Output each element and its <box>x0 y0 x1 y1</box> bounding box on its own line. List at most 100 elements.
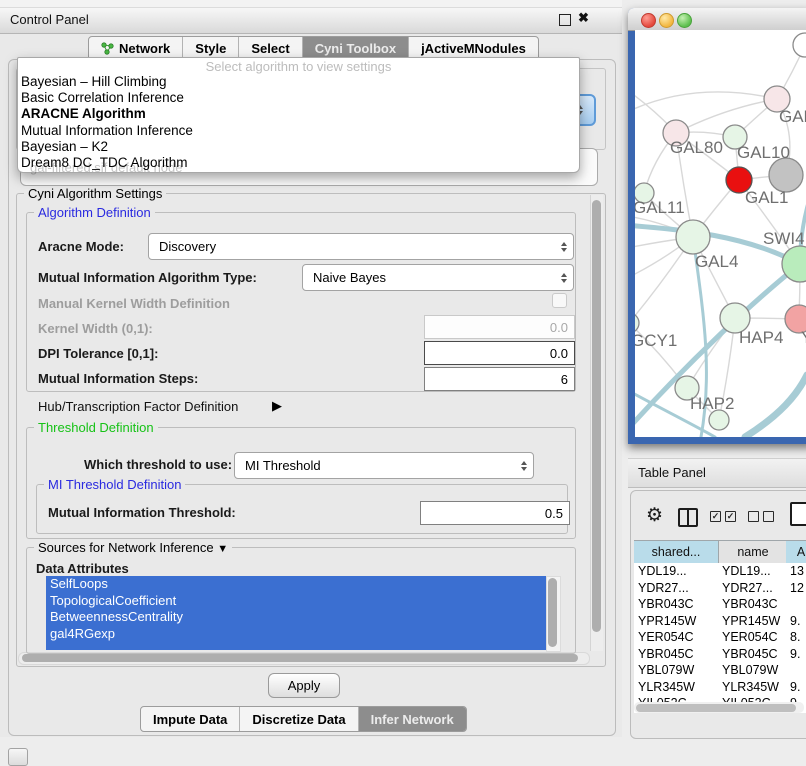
network-view-window[interactable]: GAL80 GAL10 GAL1 GAL11 GAL4 SWI4 GCY1 HA… <box>628 8 806 444</box>
float-window-icon[interactable] <box>559 14 571 26</box>
mi-algorithm-type-label: Mutual Information Algorithm Type: <box>38 270 257 285</box>
table-hscroll-thumb[interactable] <box>636 704 796 712</box>
aracne-mode-label: Aracne Mode: <box>38 239 124 254</box>
attribute-item[interactable]: TopologicalCoefficient <box>46 593 546 610</box>
cell-value: 9. <box>786 679 800 696</box>
cell-shared: YER054C <box>634 629 718 646</box>
attribute-item[interactable]: SelfLoops <box>46 576 546 593</box>
algorithm-option[interactable]: Bayesian – Hill Climbing <box>18 74 579 90</box>
close-icon[interactable]: ✖ <box>578 10 589 26</box>
table-row[interactable]: YBL079W YBL079W <box>634 662 806 679</box>
network-select-value: gal-filtered.sif default node <box>30 160 182 175</box>
table-row[interactable]: YBR043C YBR043C <box>634 596 806 613</box>
spinner-icon <box>515 460 533 472</box>
unchecked-box-icon <box>748 511 759 522</box>
cell-value: 9. <box>786 613 800 630</box>
node-gcy1[interactable] <box>635 313 639 333</box>
data-attributes-list[interactable]: SelfLoops TopologicalCoefficient Between… <box>46 576 546 650</box>
minimize-traffic-light-icon[interactable] <box>659 13 674 28</box>
table-row[interactable]: YDL19... YDL19... 13 <box>634 563 806 580</box>
which-threshold-select[interactable]: MI Threshold <box>234 452 534 479</box>
attribute-item[interactable]: BetweennessCentrality <box>46 609 546 626</box>
bottom-left-button[interactable] <box>8 748 28 766</box>
tab-jactivemnodules-label: jActiveMNodules <box>421 41 526 56</box>
cyni-algorithm-settings-title: Cyni Algorithm Settings <box>24 186 166 201</box>
select-all-columns-icon[interactable]: ✓ ✓ <box>710 511 736 522</box>
document-icon[interactable] <box>790 502 806 526</box>
algorithm-option-aracne[interactable]: ARACNE Algorithm <box>18 106 579 122</box>
attributes-scroll-thumb[interactable] <box>548 578 557 647</box>
tab-discretize-data-label: Discretize Data <box>252 712 345 727</box>
table-horizontal-scrollbar[interactable] <box>634 702 804 713</box>
column-header-name[interactable]: name <box>718 540 788 564</box>
attribute-item[interactable]: gal4RGexp <box>46 626 546 643</box>
aracne-mode-value: Discovery <box>149 239 555 254</box>
node-partial[interactable] <box>793 33 806 57</box>
hub-expand-icon[interactable]: ▶ <box>272 398 282 414</box>
zoom-traffic-light-icon[interactable] <box>677 13 692 28</box>
cell-shared: YBR045C <box>634 646 718 663</box>
aracne-mode-select[interactable]: Discovery <box>148 233 574 260</box>
which-threshold-label: Which threshold to use: <box>84 457 232 472</box>
cell-shared: YDL19... <box>634 563 718 580</box>
network-canvas[interactable]: GAL80 GAL10 GAL1 GAL11 GAL4 SWI4 GCY1 HA… <box>635 30 806 437</box>
close-traffic-light-icon[interactable] <box>641 13 656 28</box>
cell-value <box>786 662 790 679</box>
checked-box-icon: ✓ <box>710 511 721 522</box>
tab-impute-data-label: Impute Data <box>153 712 227 727</box>
manual-kernel-width-label: Manual Kernel Width Definition <box>38 296 230 311</box>
table-row[interactable]: YPR145W YPR145W 9. <box>634 613 806 630</box>
control-panel-titlebar <box>0 8 622 34</box>
threshold-definition-title: Threshold Definition <box>34 420 158 435</box>
network-icon <box>101 42 114 55</box>
algorithm-option[interactable]: Basic Correlation Inference <box>18 90 579 106</box>
mi-threshold-field[interactable]: 0.5 <box>420 501 570 525</box>
column-header-clipped[interactable]: A <box>786 540 806 564</box>
table-row[interactable]: YBR045C YBR045C 9. <box>634 646 806 663</box>
spinner-icon <box>555 241 573 253</box>
kernel-width-value: 0.0 <box>550 320 568 335</box>
tab-impute-data[interactable]: Impute Data <box>141 707 240 731</box>
cell-shared: YBR043C <box>634 596 718 613</box>
node-gal4[interactable] <box>676 220 710 254</box>
cell-value <box>786 596 790 613</box>
sources-collapse-icon[interactable]: ▼ <box>217 543 228 555</box>
algorithm-option[interactable]: Bayesian – K2 <box>18 139 579 155</box>
mi-steps-field[interactable]: 6 <box>424 367 575 391</box>
gear-icon[interactable]: ⚙ <box>646 504 663 527</box>
which-threshold-value: MI Threshold <box>235 458 515 473</box>
deselect-all-columns-icon[interactable] <box>748 511 774 522</box>
settings-hscroll-thumb[interactable] <box>22 654 578 662</box>
node-label: GAL10 <box>737 143 790 162</box>
app-root: Control Panel ✖ Network Style Select Cyn… <box>0 0 806 762</box>
tab-infer-network[interactable]: Infer Network <box>359 707 466 731</box>
tab-discretize-data[interactable]: Discretize Data <box>240 707 358 731</box>
apply-button-label: Apply <box>288 678 321 693</box>
settings-vscroll-thumb[interactable] <box>592 200 601 632</box>
algorithm-dropdown-popup: Select algorithm to view settings Bayesi… <box>17 57 580 173</box>
cell-name: YDR27... <box>718 580 786 597</box>
mi-algorithm-type-select[interactable]: Naive Bayes <box>302 264 574 291</box>
apply-button[interactable]: Apply <box>268 673 340 698</box>
table-row[interactable]: YDR27... YDR27... 12 <box>634 580 806 597</box>
column-header-name-label: name <box>737 545 768 559</box>
dpi-tolerance-field[interactable]: 0.0 <box>424 341 575 365</box>
mi-threshold-label: Mutual Information Threshold: <box>48 505 236 520</box>
node-partial-bottom[interactable] <box>709 410 729 430</box>
kernel-width-field[interactable]: 0.0 <box>424 315 575 339</box>
manual-kernel-width-checkbox[interactable] <box>552 293 567 308</box>
tab-network-label: Network <box>119 41 170 56</box>
cell-name: YLR345W <box>718 679 786 696</box>
table-row[interactable]: YLR345W YLR345W 9. <box>634 679 806 696</box>
column-browser-icon[interactable] <box>678 508 698 527</box>
cell-shared: YBL079W <box>634 662 718 679</box>
node-gray[interactable] <box>769 158 803 192</box>
hub-definition-label: Hub/Transcription Factor Definition <box>38 399 238 414</box>
dpi-tolerance-label: DPI Tolerance [0,1]: <box>38 346 158 361</box>
cell-shared: YLR345W <box>634 679 718 696</box>
kernel-width-label: Kernel Width (0,1): <box>38 321 153 336</box>
column-header-shared[interactable]: shared... <box>634 540 719 564</box>
node-label: Y <box>801 328 806 347</box>
table-row[interactable]: YER054C YER054C 8. <box>634 629 806 646</box>
algorithm-option[interactable]: Mutual Information Inference <box>18 123 579 139</box>
